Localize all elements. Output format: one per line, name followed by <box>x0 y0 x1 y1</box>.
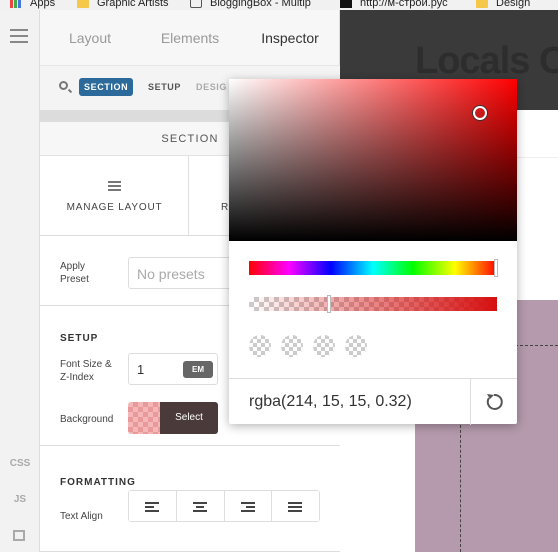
js-button[interactable]: JS <box>0 494 40 505</box>
tab-bar: Layout Elements Inspector <box>40 10 340 65</box>
swatch[interactable] <box>281 335 303 357</box>
bookmarks-bar: Apps Graphic Artists BloggingBox - Multi… <box>0 0 558 10</box>
background-label: Background <box>60 414 114 425</box>
background-swatch[interactable] <box>128 402 160 434</box>
swatch[interactable] <box>313 335 335 357</box>
search-icon[interactable] <box>59 81 68 90</box>
swatch[interactable] <box>249 335 271 357</box>
formatting-group: FORMATTING Text Align <box>40 446 340 552</box>
select-color-button[interactable]: Select <box>160 402 218 434</box>
hue-handle[interactable] <box>494 259 498 277</box>
font-size-label: Font Size & Z-Index <box>60 359 112 383</box>
reset-icon <box>486 393 503 410</box>
bookmark-site[interactable]: http://м-строй.рус <box>340 0 448 10</box>
manage-layout-label: MANAGE LAYOUT <box>66 202 163 213</box>
reset-button[interactable] <box>470 379 517 425</box>
swatch[interactable] <box>345 335 367 357</box>
text-align-label: Text Align <box>60 511 103 522</box>
site-icon <box>340 0 352 8</box>
setup-heading: SETUP <box>60 333 99 344</box>
breadcrumb-section[interactable]: SECTION <box>79 78 134 96</box>
align-center-button[interactable] <box>176 491 225 521</box>
alpha-slider[interactable] <box>249 295 497 313</box>
breadcrumb-setup[interactable]: SETUP <box>148 78 181 96</box>
align-right-icon <box>240 502 255 514</box>
formatting-heading: FORMATTING <box>60 477 136 488</box>
align-justify-icon <box>288 502 303 514</box>
hue-slider[interactable] <box>249 259 498 277</box>
bookmark-apps[interactable]: Apps <box>10 0 55 10</box>
saturation-handle[interactable] <box>473 106 487 120</box>
apps-icon <box>10 0 22 8</box>
bookmark-graphic-artists[interactable]: Graphic Artists <box>77 0 169 10</box>
saturation-area[interactable] <box>229 79 517 241</box>
secondary-action-label[interactable]: R <box>221 202 229 213</box>
folder-icon <box>77 0 89 8</box>
swatch-row <box>249 335 367 357</box>
alpha-handle[interactable] <box>327 295 331 313</box>
screen-icon[interactable] <box>13 530 25 541</box>
align-left-icon <box>145 502 159 514</box>
icon-rail: CSS JS <box>0 10 40 552</box>
preset-label: Apply Preset <box>60 261 89 285</box>
align-right-button[interactable] <box>224 491 273 521</box>
align-center-icon <box>192 502 207 514</box>
preview-title: Locals O <box>415 40 558 82</box>
manage-layout-button[interactable]: MANAGE LAYOUT <box>40 156 189 235</box>
cart-icon <box>190 0 202 8</box>
align-justify-button[interactable] <box>272 491 319 521</box>
section-guide-vertical <box>460 420 461 552</box>
menu-icon[interactable] <box>10 29 28 47</box>
text-align-group <box>128 490 320 522</box>
bookmark-bloggingbox[interactable]: BloggingBox - Multip <box>190 0 311 10</box>
color-value-input[interactable]: rgba(214, 15, 15, 0.32) <box>249 393 412 411</box>
breadcrumb-design[interactable]: DESIG <box>196 78 227 96</box>
align-left-button[interactable] <box>129 491 177 521</box>
bookmark-design[interactable]: Design <box>476 0 530 10</box>
tab-layout[interactable]: Layout <box>40 10 140 65</box>
css-button[interactable]: CSS <box>0 458 40 469</box>
color-picker: rgba(214, 15, 15, 0.32) <box>229 79 517 425</box>
folder-icon <box>476 0 488 8</box>
picker-footer: rgba(214, 15, 15, 0.32) <box>229 378 517 425</box>
tab-elements[interactable]: Elements <box>140 10 240 65</box>
tab-inspector[interactable]: Inspector <box>240 10 340 65</box>
list-icon <box>108 181 121 193</box>
unit-toggle[interactable]: EM <box>183 361 213 378</box>
